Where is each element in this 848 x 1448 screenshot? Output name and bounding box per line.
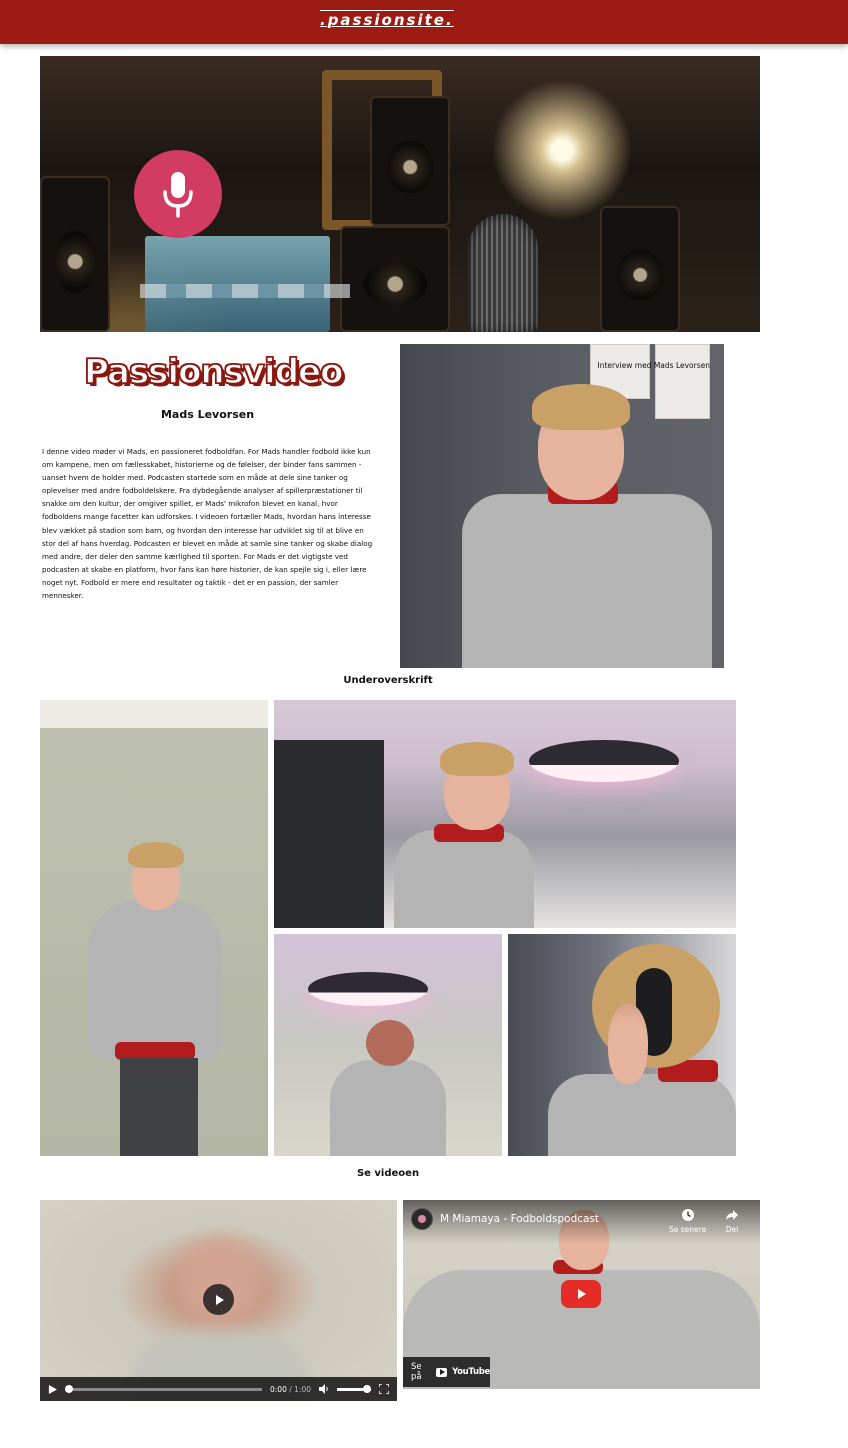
youtube-logo-icon: [436, 1367, 448, 1377]
back-of-head: [366, 1020, 414, 1066]
video-heading: Se videoen: [356, 1168, 420, 1179]
video-controls: 0:00 / 1:00: [40, 1377, 397, 1401]
play-icon: [215, 1294, 224, 1305]
intro-paragraph: I denne video møder vi Mads, en passione…: [42, 447, 373, 601]
hand: [608, 1004, 648, 1084]
channel-logo-icon: [418, 1215, 426, 1223]
hero-studio-image: [40, 56, 760, 332]
sweater: [462, 494, 712, 668]
speaker-lower: [340, 226, 450, 332]
share-icon: [726, 1210, 738, 1220]
fullscreen-icon[interactable]: [379, 1384, 389, 1394]
channel-avatar[interactable]: [411, 1208, 433, 1230]
seek-bar[interactable]: [65, 1384, 262, 1393]
microphone-icon: [163, 172, 193, 218]
play-icon: [578, 1289, 586, 1299]
hair: [128, 842, 184, 868]
youtube-video-title[interactable]: M Miamaya - Fodboldspodcast: [440, 1213, 599, 1225]
top-bar: .passionsite.: [0, 0, 848, 44]
watch-on-label: Se på: [411, 1362, 422, 1382]
hair: [532, 384, 630, 430]
volume-slider[interactable]: [337, 1384, 371, 1393]
watch-on-youtube-button[interactable]: Se på YouTube: [403, 1357, 490, 1387]
portrait-photo: Interview med Mads Levorsen: [400, 344, 724, 668]
subject-name: Mads Levorsen: [160, 408, 255, 421]
microphone-badge: [134, 150, 222, 238]
sweater: [88, 900, 222, 1060]
gallery-photo-headphones: [508, 934, 736, 1156]
gallery-photo-standing: [40, 700, 268, 1156]
sweater: [548, 1074, 736, 1156]
clock-icon: [681, 1209, 694, 1221]
gallery-photo-walking: [274, 934, 502, 1156]
seek-handle[interactable]: [65, 1384, 73, 1393]
speaker-right: [600, 206, 680, 332]
page-title: Passionsvideo: [83, 351, 344, 393]
share-button[interactable]: Del: [725, 1208, 739, 1234]
youtube-play-button[interactable]: [561, 1280, 601, 1308]
speaker-center: [370, 96, 450, 226]
play-icon[interactable]: [48, 1384, 57, 1394]
portrait-caption: Interview med Mads Levorsen: [597, 361, 711, 370]
trousers: [120, 1058, 198, 1156]
sweater: [330, 1060, 446, 1156]
share-label: Del: [725, 1225, 739, 1234]
studio-microphone: [468, 214, 538, 332]
current-time: 0:00: [270, 1384, 287, 1394]
speaker-left: [40, 176, 110, 332]
blurred-head: [175, 1220, 265, 1340]
volume-icon[interactable]: [319, 1384, 329, 1394]
youtube-brand: YouTube: [452, 1367, 490, 1377]
keyboard: [140, 284, 350, 298]
hair: [440, 742, 514, 776]
sweater: [394, 830, 534, 928]
youtube-embed[interactable]: M Miamaya - Fodboldspodcast Se senere De…: [403, 1200, 760, 1389]
wall-paper: [655, 344, 710, 419]
duration: / 1:00: [289, 1384, 311, 1394]
gallery-photo-hallway: [274, 700, 736, 928]
watch-later-label: Se senere: [669, 1225, 707, 1234]
ceiling-lamp: [529, 740, 679, 782]
watch-later-button[interactable]: Se senere: [669, 1208, 706, 1234]
site-logo[interactable]: .passionsite.: [320, 11, 454, 29]
dark-wall: [274, 740, 384, 928]
gallery-heading: Underoverskrift: [343, 675, 433, 686]
ceiling-lamp: [308, 972, 428, 1006]
play-button[interactable]: [203, 1284, 234, 1315]
video-player[interactable]: 0:00 / 1:00: [40, 1200, 397, 1401]
volume-handle[interactable]: [363, 1384, 371, 1393]
